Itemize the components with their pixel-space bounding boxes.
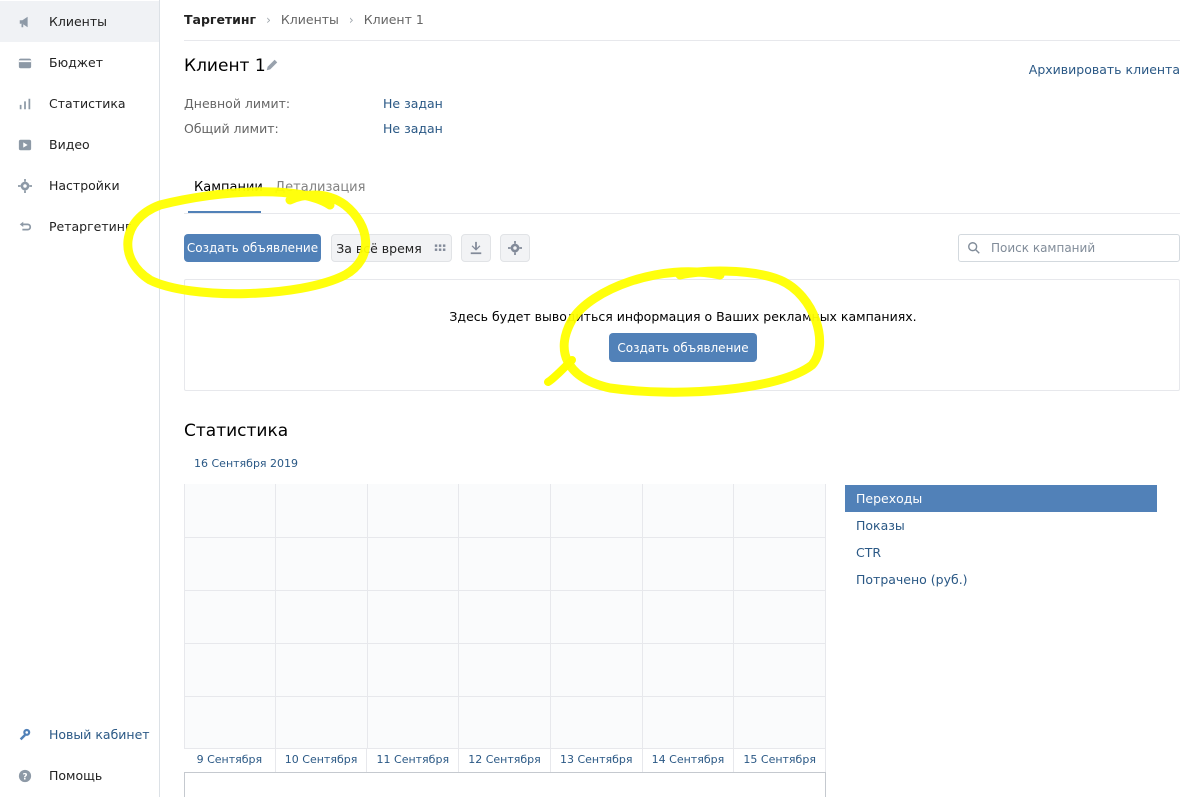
download-icon [470, 241, 482, 255]
calendar-grid-icon [434, 243, 446, 251]
period-button[interactable]: За всё время [331, 234, 452, 262]
search-icon [968, 242, 980, 254]
empty-message: Здесь будет выводиться информация о Ваши… [449, 309, 917, 324]
tabs: Кампании Детализация [184, 178, 1180, 214]
x-tick-label: 13 Сентября [551, 749, 643, 772]
download-button[interactable] [461, 234, 491, 262]
daily-limit-label: Дневной лимит: [184, 96, 291, 111]
x-tick-label: 9 Сентября [184, 749, 276, 772]
wallet-icon [17, 55, 33, 71]
x-tick-label: 11 Сентября [367, 749, 460, 772]
wrench-icon [17, 727, 33, 743]
tab-details[interactable]: Детализация [275, 180, 365, 195]
play-icon [17, 137, 33, 153]
sidebar-item-label: Ретаргетинг [49, 219, 132, 234]
gear-icon [508, 241, 522, 255]
sidebar-item-label: Клиенты [49, 14, 108, 29]
divider [184, 40, 1180, 41]
tab-underline [188, 211, 261, 213]
sidebar-item-new-cabinet[interactable]: Новый кабинет [0, 714, 159, 755]
x-tick-label: 12 Сентября [459, 749, 551, 772]
sidebar-item-label: Настройки [49, 178, 120, 193]
chart-grid [184, 484, 826, 748]
sidebar-item-video[interactable]: Видео [0, 124, 159, 165]
gear-icon [17, 178, 33, 194]
sidebar-item-statistics[interactable]: Статистика [0, 83, 159, 124]
chevron-right-icon: › [348, 12, 354, 27]
x-tick-label: 10 Сентября [276, 749, 368, 772]
breadcrumb-client: Клиент 1 [363, 12, 424, 27]
campaign-search[interactable] [958, 234, 1180, 262]
sidebar-item-help[interactable]: ? Помощь [0, 755, 159, 796]
pencil-icon[interactable] [265, 58, 279, 72]
chevron-right-icon: › [266, 12, 271, 27]
sidebar-item-label: Видео [49, 137, 90, 152]
svg-text:?: ? [22, 772, 27, 782]
metric-ctr[interactable]: CTR [845, 539, 1157, 566]
bar-chart-icon [17, 96, 33, 112]
sidebar: Клиенты Бюджет Статистика Видео Настройк… [0, 0, 160, 797]
total-limit-label: Общий лимит: [184, 121, 279, 136]
x-tick-label: 14 Сентября [643, 749, 735, 772]
create-ad-button-empty[interactable]: Создать объявление [609, 333, 757, 362]
metric-impressions[interactable]: Показы [845, 512, 1157, 539]
sidebar-item-label: Помощь [49, 768, 103, 783]
sidebar-item-label: Бюджет [49, 55, 103, 70]
breadcrumb: Таргетинг › Клиенты › Клиент 1 [184, 12, 424, 27]
stats-date[interactable]: 16 Сентября 2019 [194, 457, 298, 470]
sidebar-item-label: Новый кабинет [49, 727, 150, 742]
x-tick-label: 15 Сентября [734, 749, 827, 772]
daily-limit-value[interactable]: Не задан [383, 96, 443, 111]
megaphone-icon [17, 14, 33, 30]
search-input[interactable] [991, 241, 1171, 255]
breadcrumb-clients[interactable]: Клиенты [281, 12, 339, 27]
create-ad-button[interactable]: Создать объявление [184, 234, 321, 262]
help-icon: ? [17, 768, 33, 784]
metric-clicks[interactable]: Переходы [845, 485, 1157, 512]
sidebar-item-label: Статистика [49, 96, 126, 111]
period-label: За всё время [336, 240, 422, 256]
metric-spent[interactable]: Потрачено (руб.) [845, 566, 1157, 593]
metrics-list: Переходы Показы CTR Потрачено (руб.) [845, 485, 1157, 593]
sidebar-item-budget[interactable]: Бюджет [0, 42, 159, 83]
sidebar-item-settings[interactable]: Настройки [0, 165, 159, 206]
retarget-arrow-icon [17, 219, 33, 235]
archive-client-link[interactable]: Архивировать клиента [1029, 62, 1180, 77]
chart-x-axis: 9 Сентября 10 Сентября 11 Сентября 12 Се… [184, 748, 827, 773]
page-title: Клиент 1 [184, 56, 266, 76]
sidebar-item-retargeting[interactable]: Ретаргетинг [0, 206, 159, 247]
total-limit-value[interactable]: Не задан [383, 121, 443, 136]
settings-button[interactable] [500, 234, 530, 262]
sidebar-item-clients[interactable]: Клиенты [0, 1, 159, 42]
campaigns-empty-state: Здесь будет выводиться информация о Ваши… [184, 279, 1180, 391]
chart-overview[interactable] [184, 773, 826, 797]
stats-title: Статистика [184, 421, 289, 441]
breadcrumb-targeting[interactable]: Таргетинг [184, 12, 256, 27]
tab-campaigns[interactable]: Кампании [194, 180, 263, 195]
stats-chart: 9 Сентября 10 Сентября 11 Сентября 12 Се… [184, 484, 827, 797]
